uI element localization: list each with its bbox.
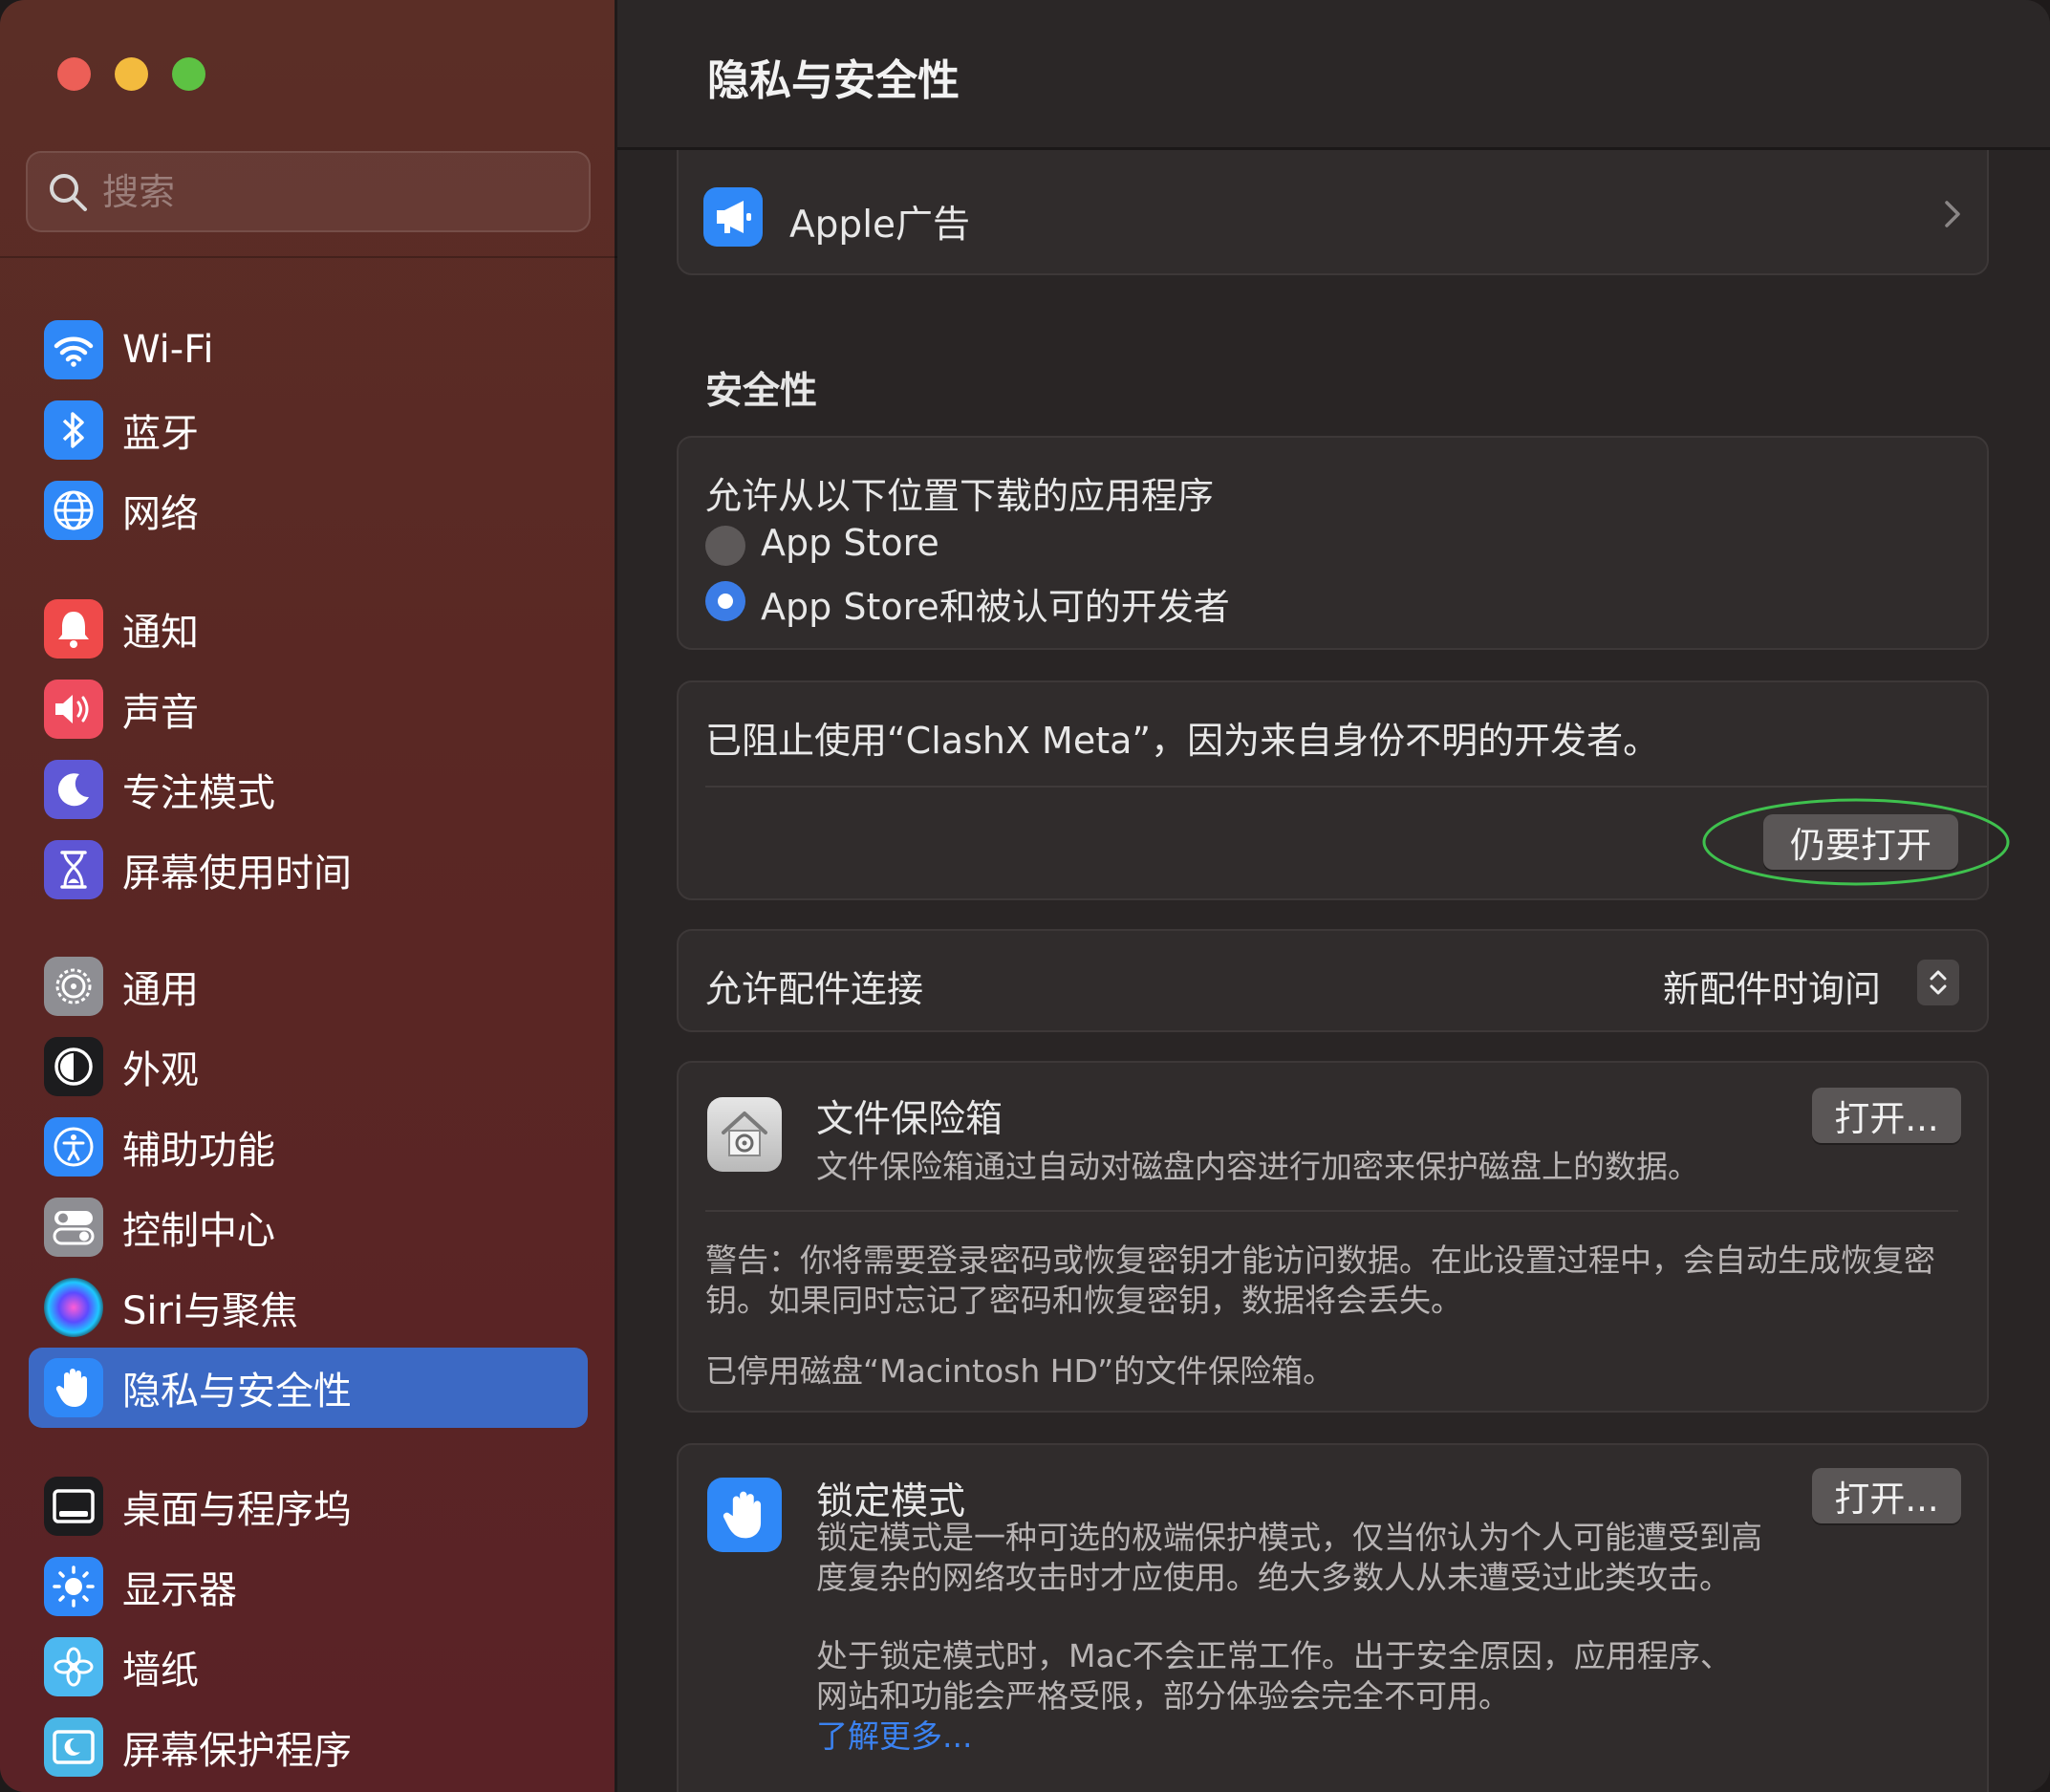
lockdown-hand-icon bbox=[707, 1478, 782, 1552]
sidebar-item-screen-saver[interactable]: 屏幕保护程序 bbox=[29, 1707, 588, 1787]
sidebar-item-screen-time[interactable]: 屏幕使用时间 bbox=[29, 830, 588, 910]
gear-icon bbox=[44, 957, 103, 1016]
sidebar-item-sound[interactable]: 声音 bbox=[29, 669, 588, 749]
wifi-icon bbox=[44, 320, 103, 379]
radio-app-store-label[interactable]: App Store bbox=[761, 522, 939, 564]
accessibility-icon bbox=[44, 1117, 103, 1177]
sidebar-item-wallpaper[interactable]: 墙纸 bbox=[29, 1627, 588, 1707]
filevault-enable-button[interactable]: 打开... bbox=[1812, 1088, 1961, 1143]
sun-icon bbox=[44, 1557, 103, 1616]
filevault-status: 已停用磁盘“Macintosh HD”的文件保险箱。 bbox=[705, 1352, 1335, 1390]
close-window-button[interactable] bbox=[57, 57, 91, 91]
filevault-warning: 警告：你将需要登录密码或恢复密钥才能访问数据。在此设置过程中，会自动生成恢复密 … bbox=[705, 1241, 1935, 1319]
accessory-select-value[interactable]: 新配件时询问 bbox=[1663, 960, 1881, 1012]
settings-window: Wi-Fi 蓝牙 bbox=[0, 0, 2050, 1792]
search-input[interactable] bbox=[102, 170, 561, 213]
sidebar-item-label: 桌面与程序坞 bbox=[122, 1488, 352, 1532]
sidebar-item-label: 声音 bbox=[122, 691, 199, 735]
sidebar-item-label: Wi-Fi bbox=[122, 328, 214, 372]
sidebar-item-focus[interactable]: 专注模式 bbox=[29, 749, 588, 830]
minimize-window-button[interactable] bbox=[115, 57, 148, 91]
sidebar-divider bbox=[0, 256, 617, 258]
hand-icon bbox=[44, 1358, 103, 1417]
window-controls bbox=[57, 57, 205, 91]
radio-app-store[interactable] bbox=[705, 526, 745, 566]
sidebar-item-label: 显示器 bbox=[122, 1568, 237, 1612]
lockdown-note: 处于锁定模式时，Mac不会正常工作。出于安全原因，应用程序、 网站和功能会严格受… bbox=[816, 1636, 1810, 1757]
sidebar-item-privacy-security[interactable]: 隐私与安全性 bbox=[29, 1348, 588, 1428]
sidebar-item-accessibility[interactable]: 辅助功能 bbox=[29, 1107, 588, 1187]
sidebar-item-general[interactable]: 通用 bbox=[29, 946, 588, 1026]
blocked-app-card: 已阻止使用“ClashX Meta”，因为来自身份不明的开发者。 仍要打开 bbox=[677, 680, 2010, 900]
allow-downloads-label: 允许从以下位置下载的应用程序 bbox=[705, 475, 1215, 517]
screensaver-icon bbox=[44, 1717, 103, 1777]
globe-icon bbox=[44, 481, 103, 540]
lockdown-card: 锁定模式 打开... 锁定模式是一种可选的极端保护模式，仅当你认为个人可能遭受到… bbox=[677, 1443, 1989, 1792]
title-bar: 隐私与安全性 bbox=[617, 0, 2050, 150]
chevron-right-icon bbox=[1943, 197, 1962, 235]
sidebar-item-label: 通知 bbox=[122, 611, 199, 655]
dock-icon bbox=[44, 1477, 103, 1536]
filevault-title: 文件保险箱 bbox=[816, 1098, 1003, 1141]
sidebar-item-siri[interactable]: Siri与聚焦 bbox=[29, 1267, 588, 1348]
sidebar-item-label: 通用 bbox=[122, 968, 199, 1012]
sidebar-item-label: 外观 bbox=[122, 1048, 199, 1092]
sidebar-item-appearance[interactable]: 外观 bbox=[29, 1026, 588, 1107]
zoom-window-button[interactable] bbox=[172, 57, 205, 91]
filevault-house-icon bbox=[707, 1097, 782, 1172]
filevault-description: 文件保险箱通过自动对磁盘内容进行加密来保护磁盘上的数据。 bbox=[816, 1148, 1699, 1185]
speaker-icon bbox=[44, 680, 103, 739]
highlight-ring bbox=[1702, 798, 2010, 886]
sidebar-item-label: 屏幕保护程序 bbox=[122, 1729, 352, 1773]
lockdown-enable-button[interactable]: 打开... bbox=[1812, 1468, 1961, 1523]
sidebar-item-bluetooth[interactable]: 蓝牙 bbox=[29, 390, 588, 470]
radio-app-store-identified[interactable] bbox=[705, 581, 745, 621]
sidebar-item-label: 辅助功能 bbox=[122, 1129, 275, 1173]
appearance-icon bbox=[44, 1037, 103, 1096]
sidebar-item-label: 控制中心 bbox=[122, 1209, 275, 1253]
sidebar-item-label: 蓝牙 bbox=[122, 412, 199, 456]
stepper-chevron-icon[interactable] bbox=[1917, 960, 1959, 1005]
sidebar-item-displays[interactable]: 显示器 bbox=[29, 1546, 588, 1627]
page-title: 隐私与安全性 bbox=[707, 56, 960, 105]
accessory-card: 允许配件连接 新配件时询问 bbox=[677, 929, 1989, 1032]
sidebar-item-label: 屏幕使用时间 bbox=[122, 852, 352, 896]
hourglass-icon bbox=[44, 840, 103, 899]
bluetooth-icon bbox=[44, 400, 103, 460]
sidebar-item-label: 网络 bbox=[122, 492, 199, 536]
learn-more-link[interactable]: 了解更多... bbox=[816, 1716, 1810, 1757]
toggles-icon bbox=[44, 1198, 103, 1257]
moon-icon bbox=[44, 760, 103, 819]
siri-icon bbox=[44, 1278, 103, 1337]
sidebar: Wi-Fi 蓝牙 bbox=[0, 0, 617, 1792]
blocked-app-message: 已阻止使用“ClashX Meta”，因为来自身份不明的开发者。 bbox=[705, 720, 1660, 762]
security-section-title: 安全性 bbox=[705, 370, 818, 413]
apple-ads-label: Apple广告 bbox=[789, 204, 971, 247]
sidebar-item-desktop-dock[interactable]: 桌面与程序坞 bbox=[29, 1466, 588, 1546]
flower-icon bbox=[44, 1637, 103, 1696]
sidebar-item-notifications[interactable]: 通知 bbox=[29, 589, 588, 669]
sidebar-item-label: 墙纸 bbox=[122, 1649, 199, 1693]
sidebar-item-label: 隐私与安全性 bbox=[122, 1370, 352, 1414]
sidebar-item-label: Siri与聚焦 bbox=[122, 1289, 299, 1333]
search-field[interactable] bbox=[26, 151, 591, 232]
sidebar-item-label: 专注模式 bbox=[122, 771, 275, 815]
filevault-card: 文件保险箱 文件保险箱通过自动对磁盘内容进行加密来保护磁盘上的数据。 打开...… bbox=[677, 1061, 1989, 1413]
divider bbox=[705, 1210, 1958, 1212]
content-pane: Apple广告 隐私与安全性 安全性 允许从以下位置下载的应用程序 App St… bbox=[617, 0, 2050, 1792]
sidebar-item-control-center[interactable]: 控制中心 bbox=[29, 1187, 588, 1267]
sidebar-item-network[interactable]: 网络 bbox=[29, 470, 588, 551]
megaphone-icon bbox=[703, 187, 763, 247]
allow-downloads-card: 允许从以下位置下载的应用程序 App Store App Store和被认可的开… bbox=[677, 436, 1989, 650]
accessory-label: 允许配件连接 bbox=[705, 968, 924, 1010]
lockdown-description: 锁定模式是一种可选的极端保护模式，仅当你认为个人可能遭受到高 度复杂的网络攻击时… bbox=[816, 1519, 1762, 1596]
radio-app-store-identified-label[interactable]: App Store和被认可的开发者 bbox=[761, 577, 1230, 630]
search-icon bbox=[50, 173, 87, 211]
divider bbox=[705, 786, 1987, 788]
bell-icon bbox=[44, 599, 103, 659]
sidebar-item-wifi[interactable]: Wi-Fi bbox=[29, 310, 588, 390]
